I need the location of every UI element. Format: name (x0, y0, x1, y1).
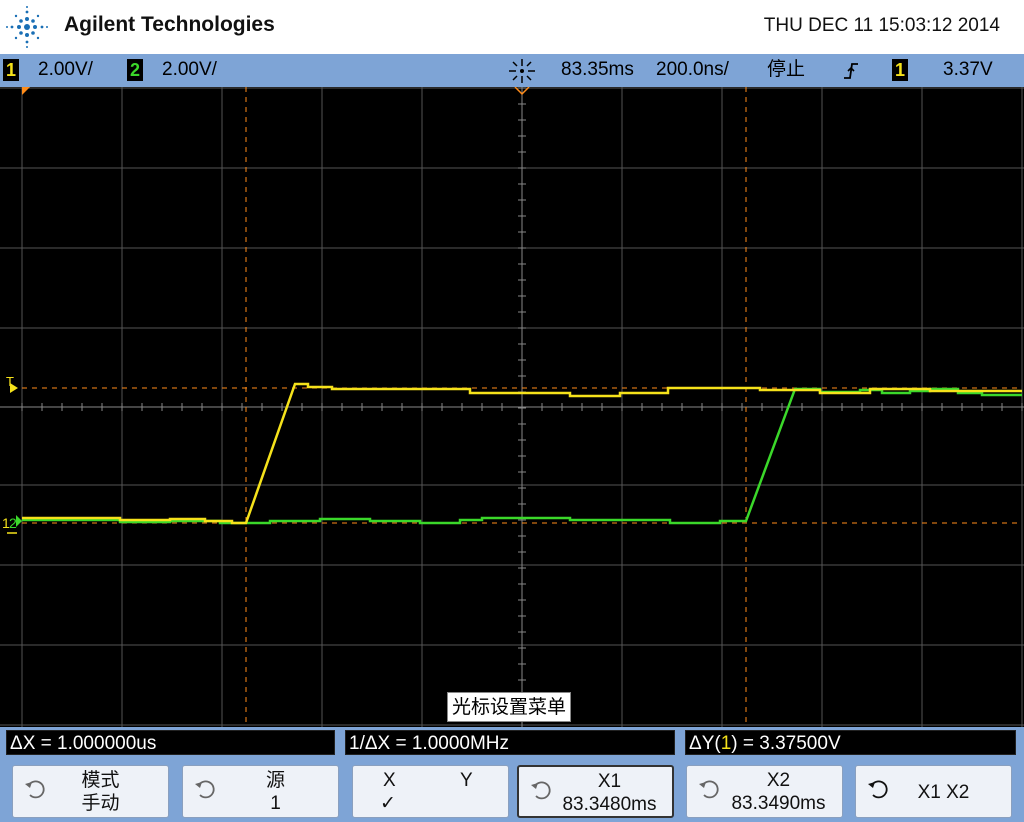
trigger-level: 3.37V (943, 59, 993, 80)
time-scale: 200.0ns/ (656, 59, 729, 80)
brand-name: Agilent Technologies (64, 13, 275, 36)
delay-sunburst-icon (509, 59, 535, 83)
source-softkey-value: 1 (270, 793, 281, 814)
xy-check-mark: ✓ (380, 793, 396, 814)
ch1-badge[interactable]: 1 (3, 59, 19, 81)
xy-softkey[interactable]: X Y ✓ (352, 765, 509, 818)
delta-y-suffix: ) = 3.37500V (731, 733, 841, 754)
inverse-delta-x-readout: 1/ΔX = 1.0000MHz (345, 730, 675, 755)
source-softkey-label: 源 (265, 770, 285, 791)
waveform-display[interactable]: T 1 2 光标设置菜单 (0, 86, 1024, 727)
delta-x-readout: ΔX = 1.000000us (6, 730, 335, 755)
x1-softkey[interactable]: X1 83.3480ms (517, 765, 674, 818)
agilent-logo-icon (6, 6, 48, 48)
cursor-menu-title: 光标设置菜单 (447, 692, 572, 722)
mode-softkey-value: 手动 (81, 793, 120, 814)
x2-softkey-value: 83.3490ms (731, 793, 826, 814)
x1-softkey-value: 83.3480ms (562, 794, 657, 815)
delta-y-readout: ΔY(1) = 3.37500V (685, 730, 1016, 755)
x1-softkey-label: X1 (597, 771, 622, 792)
delta-y-source: 1 (720, 733, 732, 754)
mode-softkey-label: 模式 (81, 770, 120, 791)
x1x2-softkey[interactable]: X1 X2 (855, 765, 1012, 818)
softkey-bar: 模式 手动 源 1 X Y ✓ X1 83.3480ms X2 83.3490m… (0, 759, 1024, 822)
x1x2-softkey-label: X1 X2 (917, 782, 970, 803)
trigger-source-badge[interactable]: 1 (892, 59, 908, 81)
delta-y-prefix: ΔY( (689, 733, 721, 754)
brand-bar: Agilent Technologies THU DEC 11 15:03:12… (0, 0, 1024, 54)
left-edge-marker (22, 87, 30, 95)
ch2-ground-marker (16, 515, 22, 527)
mode-softkey[interactable]: 模式 手动 (12, 765, 169, 818)
run-state: 停止 (767, 59, 806, 80)
time-delay: 83.35ms (561, 59, 634, 80)
x2-softkey-label: X2 (766, 770, 791, 791)
ch1-scale: 2.00V/ (38, 59, 93, 80)
datetime: THU DEC 11 15:03:12 2014 (763, 15, 1000, 36)
measurement-bar: ΔX = 1.000000us 1/ΔX = 1.0000MHz ΔY(1) =… (0, 727, 1024, 759)
center-axes (0, 87, 1024, 727)
waveform-graticule: T 1 2 (0, 86, 1024, 727)
ch2-badge[interactable]: 2 (127, 59, 143, 81)
rising-edge-icon (844, 63, 858, 79)
ch2-ground-label: 2 (9, 515, 17, 531)
x2-softkey[interactable]: X2 83.3490ms (686, 765, 843, 818)
source-softkey[interactable]: 源 1 (182, 765, 339, 818)
status-bar: 1 2.00V/ 2 2.00V/ 83.35ms 200.0ns/ 停止 1 … (0, 54, 1024, 87)
ch2-scale: 2.00V/ (162, 59, 217, 80)
trigger-marker-label: T (6, 374, 14, 389)
xy-x-label: X (383, 770, 396, 791)
xy-y-label: Y (460, 770, 473, 791)
